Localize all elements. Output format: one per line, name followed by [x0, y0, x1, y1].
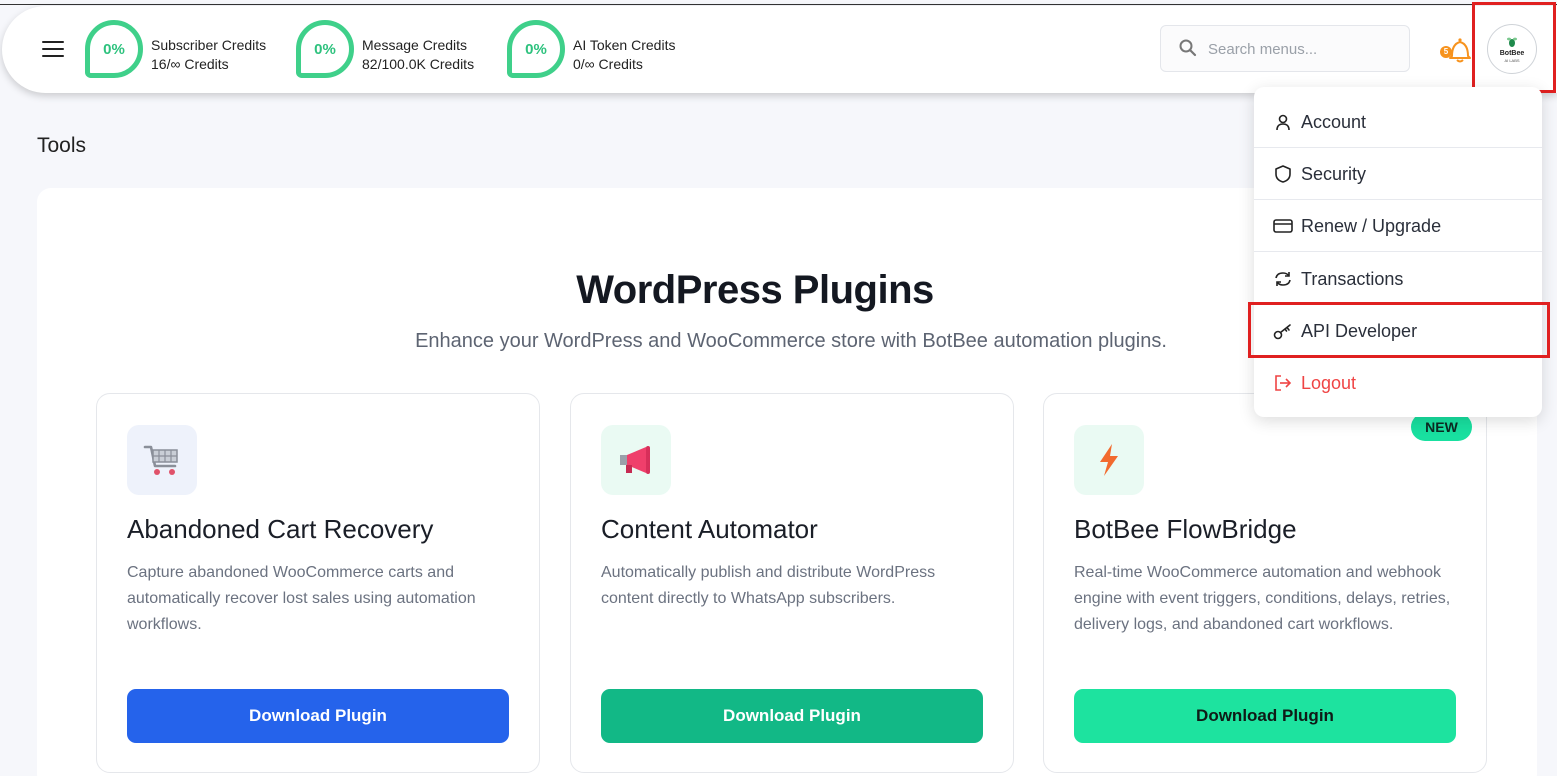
search-input[interactable]: [1208, 36, 1398, 62]
ai-token-credits-ring: 0%: [507, 20, 565, 78]
lightning-icon: [1074, 425, 1144, 495]
ai-token-credits-label: AI Token Credits: [573, 37, 676, 53]
window-top-border: [0, 4, 1557, 5]
menu-item-label: Logout: [1301, 372, 1357, 393]
refresh-icon: [1272, 268, 1294, 290]
page-title: Tools: [37, 134, 87, 157]
card-description: Real-time WooCommerce automation and web…: [1074, 564, 1451, 633]
menu-item-label: Account: [1301, 111, 1367, 132]
message-credits-label: Message Credits: [362, 37, 468, 53]
user-dropdown-menu: Account Security Renew / Upgrade Transac…: [1254, 87, 1542, 417]
plugin-card-content-automator: Content Automator Automatically publish …: [570, 393, 1014, 773]
download-plugin-button[interactable]: Download Plugin: [1074, 689, 1456, 743]
avatar-brand-title: BotBee: [1499, 49, 1525, 57]
plugin-card-abandoned-cart: Abandoned Cart Recovery Capture abandone…: [96, 393, 540, 773]
menu-item-transactions[interactable]: Transactions: [1254, 253, 1542, 305]
download-plugin-button[interactable]: Download Plugin: [127, 689, 509, 743]
user-icon: [1272, 111, 1294, 133]
card-title: BotBee FlowBridge: [1074, 514, 1297, 544]
menu-item-label: Security: [1301, 163, 1367, 184]
menu-item-security[interactable]: Security: [1254, 148, 1542, 200]
subscriber-credits-ring: 0%: [85, 20, 143, 78]
menu-item-logout[interactable]: Logout: [1254, 357, 1542, 409]
subscriber-credits-value: 16/∞ Credits: [151, 56, 229, 72]
card-description: Automatically publish and distribute Wor…: [601, 564, 936, 607]
new-badge: NEW: [1411, 413, 1472, 441]
bee-logo-icon: [1507, 37, 1517, 47]
ai-token-credits-value: 0/∞ Credits: [573, 56, 643, 72]
menu-divider: [1254, 251, 1542, 252]
subscriber-credits: 0% Subscriber Credits 16/∞ Credits: [85, 20, 285, 80]
menu-item-label: Transactions: [1301, 268, 1404, 289]
megaphone-icon: [601, 425, 671, 495]
message-credits-ring: 0%: [296, 20, 354, 78]
notification-count-badge: 5: [1440, 46, 1452, 58]
menu-item-account[interactable]: Account: [1254, 96, 1542, 148]
card-title: Abandoned Cart Recovery: [127, 514, 434, 544]
subscriber-credits-label: Subscriber Credits: [151, 37, 267, 53]
card-title: Content Automator: [601, 514, 818, 544]
cart-icon: [127, 425, 197, 495]
message-credits: 0% Message Credits 82/100.0K Credits: [296, 20, 496, 80]
menu-item-label: Renew / Upgrade: [1301, 215, 1442, 236]
card-description: Capture abandoned WooCommerce carts and …: [127, 564, 476, 633]
menu-item-label: API Developer: [1301, 320, 1418, 341]
key-icon: [1272, 320, 1294, 342]
hamburger-menu-icon[interactable]: [42, 41, 64, 59]
menu-item-api-developer[interactable]: API Developer: [1254, 305, 1542, 357]
user-avatar[interactable]: BotBee AI LABS: [1487, 24, 1537, 74]
plugin-card-flowbridge: NEW BotBee FlowBridge Real-time WooComme…: [1043, 393, 1487, 773]
message-credits-value: 82/100.0K Credits: [362, 56, 475, 72]
menu-item-renew-upgrade[interactable]: Renew / Upgrade: [1254, 200, 1542, 252]
download-plugin-button[interactable]: Download Plugin: [601, 689, 983, 743]
search-box: [1160, 25, 1410, 72]
ai-token-credits: 0% AI Token Credits 0/∞ Credits: [507, 20, 707, 80]
search-icon: [1179, 39, 1197, 57]
notification-bell[interactable]: 5: [1440, 34, 1472, 64]
shield-icon: [1272, 163, 1294, 185]
avatar-brand-subtitle: AI LABS: [1504, 57, 1520, 63]
credit-card-icon: [1272, 215, 1294, 237]
logout-icon: [1272, 372, 1294, 394]
